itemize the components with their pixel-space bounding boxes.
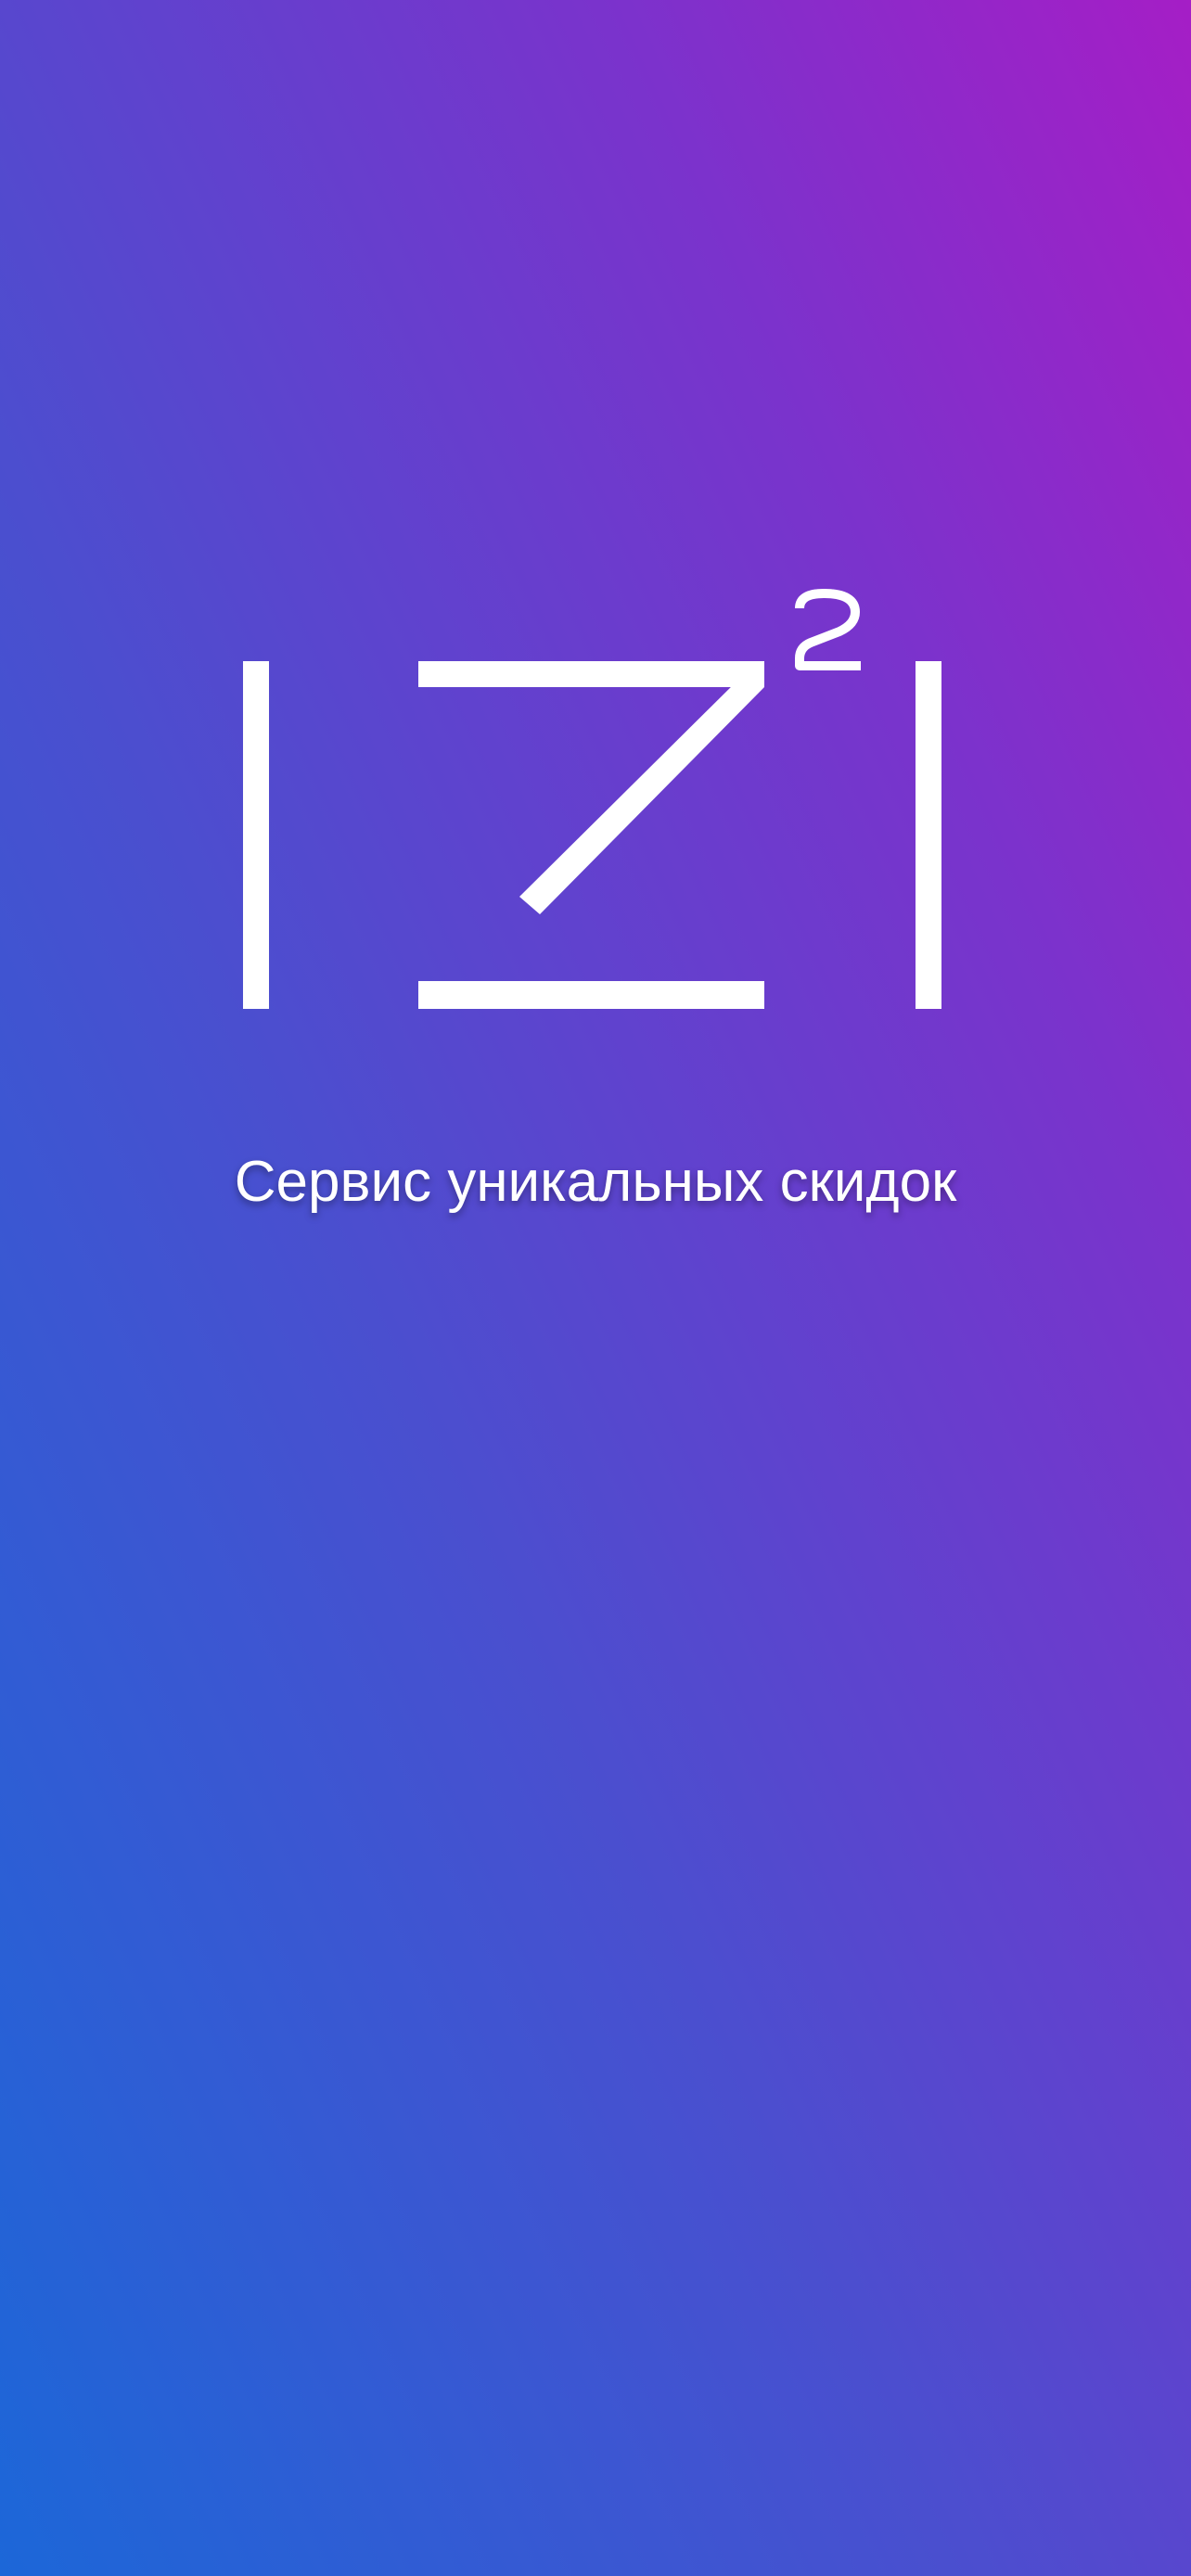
logo-superscript-two — [795, 589, 861, 670]
logo-left-bar — [243, 661, 269, 1009]
logo-z-bottom — [418, 981, 764, 1009]
tagline: Сервис уникальных скидок — [234, 1150, 957, 1214]
app-logo — [232, 584, 965, 1020]
logo-z-diagonal — [519, 674, 764, 914]
logo-right-bar — [916, 661, 941, 1009]
logo-z-top — [418, 661, 764, 687]
splash-screen: Сервис уникальных скидок — [0, 0, 1191, 2576]
app-logo-graphic — [243, 589, 941, 1009]
